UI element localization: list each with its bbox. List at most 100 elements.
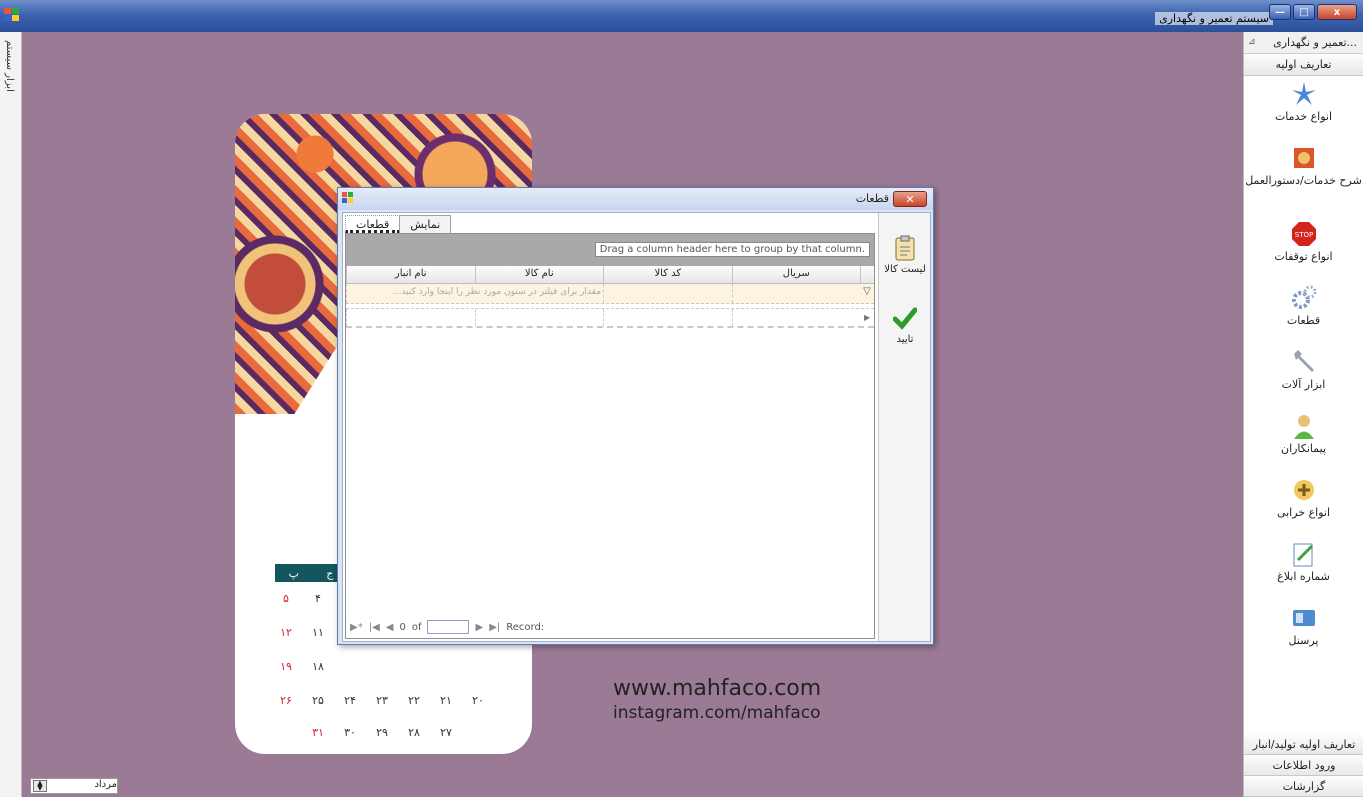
month-value: مرداد	[94, 779, 117, 790]
calendar-day: ۲۹	[376, 726, 388, 739]
maximize-button[interactable]: □	[1293, 4, 1315, 20]
nav-item-label: شرح خدمات/دستورالعمل	[1245, 174, 1362, 187]
nav-item-service-types[interactable]: انواع خدمات	[1244, 76, 1363, 140]
calendar-day: ۴	[315, 592, 321, 605]
contractor-icon	[1293, 415, 1314, 439]
filter-funnel-icon[interactable]: ▽	[860, 284, 874, 303]
dialog-tabs: قطعات نمایش	[345, 215, 452, 233]
new-item-row[interactable]: ▶	[346, 308, 874, 328]
filter-cell-placeholder[interactable]: مقدار برای فیلتر در ستون مورد نظر را این…	[346, 284, 603, 303]
month-spinner[interactable]: ▲ ▼ مرداد	[30, 778, 118, 794]
calendar-day: ۳۰	[344, 726, 356, 739]
dialog-close-button[interactable]: ✕	[893, 191, 927, 207]
filter-cell[interactable]	[603, 284, 732, 303]
tab-parts[interactable]: قطعات	[345, 215, 401, 233]
spinner-arrows-icon[interactable]: ▲ ▼	[33, 780, 47, 792]
left-toolbar-strip[interactable]: ابزار سیستم	[0, 32, 22, 797]
edit-note-icon	[1293, 543, 1313, 567]
dialog-titlebar: قطعات ✕	[338, 188, 933, 210]
nav-bottom-sections: تعاریف اولیه تولید/انبار ورود اطلاعات گز…	[1244, 734, 1363, 797]
new-record-icon[interactable]: ▶*	[350, 622, 363, 633]
new-row-cell[interactable]	[731, 309, 861, 326]
nav-item-breakdown-types[interactable]: انواع خرابی	[1244, 472, 1363, 536]
nav-item-parts[interactable]: قطعات	[1244, 280, 1363, 344]
column-header-serial[interactable]: سریال	[731, 266, 861, 283]
nav-item-notice-number[interactable]: شماره ابلاغ	[1244, 536, 1363, 600]
column-header-item-code[interactable]: کد کالا	[603, 266, 732, 283]
last-record-icon[interactable]: ▶|	[489, 622, 500, 633]
next-record-icon[interactable]: ▶	[475, 622, 483, 633]
nav-item-label: انواع خرابی	[1276, 506, 1331, 519]
calendar-header-day: پ	[288, 566, 299, 580]
calendar-day: ۲۶	[280, 694, 292, 707]
group-by-hint: Drag a column header here to group by th…	[594, 242, 870, 257]
record-position-input[interactable]	[427, 620, 470, 634]
prev-record-icon[interactable]: ◀	[386, 622, 394, 633]
new-row-cell[interactable]	[474, 309, 604, 326]
calendar-row: ۱۲ ۱۱	[275, 626, 329, 639]
close-button[interactable]: x	[1317, 4, 1357, 20]
record-current: 0	[399, 621, 406, 633]
new-row-cell[interactable]	[346, 309, 475, 326]
nav-section-data-entry[interactable]: ورود اطلاعات	[1244, 755, 1363, 776]
nav-item-label: شماره ابلاغ	[1277, 570, 1330, 583]
new-row-cell[interactable]	[603, 309, 732, 326]
pin-icon[interactable]: ⊿	[1248, 37, 1256, 47]
minimize-button[interactable]: —	[1269, 4, 1291, 20]
nav-item-personnel[interactable]: پرسنل	[1244, 600, 1363, 664]
nav-section-reports[interactable]: گزارشات	[1244, 776, 1363, 797]
services-icon	[1291, 82, 1316, 105]
watermark-website: www.mahfaco.com	[613, 676, 822, 701]
record-navigator: ▶* |◀ ◀ 0 of ▶ ▶| Record:	[346, 616, 874, 638]
wrench-icon	[1293, 350, 1314, 372]
clipboard-icon	[895, 235, 915, 261]
record-label: Record:	[506, 621, 545, 633]
dialog-body: قطعات نمایش Drag a column header here to…	[342, 212, 931, 642]
confirm-button[interactable]: تایید	[879, 305, 931, 345]
left-strip-label: ابزار سیستم	[4, 40, 15, 92]
nav-item-label: پرسنل	[1288, 634, 1319, 647]
gears-icon	[1291, 285, 1316, 309]
calendar-day: ۲۵	[312, 694, 324, 707]
nav-item-contractors[interactable]: پیمانکاران	[1244, 408, 1363, 472]
tab-display[interactable]: نمایش	[399, 215, 452, 233]
stop-icon: STOP	[1291, 222, 1316, 246]
window-title: سیستم تعمیر و نگهداری	[1155, 12, 1273, 25]
watermark-instagram: instagram.com/mahfaco	[613, 703, 821, 723]
first-record-icon[interactable]: |◀	[369, 622, 380, 633]
column-header-warehouse-name[interactable]: نام انبار	[346, 266, 475, 283]
nav-panel-header: ⊿ ...تعمیر و نگهداری	[1244, 32, 1363, 54]
nav-panel: ⊿ ...تعمیر و نگهداری تعاریف اولیه انواع …	[1243, 32, 1363, 797]
watermark: www.mahfaco.com instagram.com/mahfaco	[613, 676, 821, 723]
item-list-label: لیست کالا	[884, 264, 926, 275]
nav-item-instructions[interactable]: شرح خدمات/دستورالعمل	[1244, 140, 1363, 216]
nav-section-basic-definitions[interactable]: تعاریف اولیه	[1244, 54, 1363, 76]
item-list-button[interactable]: لیست کالا	[879, 235, 931, 275]
column-headers: نام انبار نام کالا کد کالا سریال	[346, 266, 874, 284]
calendar-day: ۵	[283, 592, 289, 605]
dialog-app-icon	[342, 192, 353, 203]
calendar-day: ۱۸	[312, 660, 324, 673]
calendar-header-day: ج	[326, 566, 334, 580]
filter-row[interactable]: مقدار برای فیلتر در ستون مورد نظر را این…	[346, 284, 874, 304]
checkmark-icon	[892, 307, 918, 330]
calendar-day: ۱۱	[312, 626, 324, 639]
breakdown-icon	[1293, 480, 1314, 500]
filter-cell[interactable]	[731, 284, 861, 303]
column-header-item-name[interactable]: نام کالا	[474, 266, 604, 283]
group-by-panel[interactable]: Drag a column header here to group by th…	[346, 234, 874, 266]
svg-text:STOP: STOP	[1294, 231, 1312, 239]
nav-item-label: ابزار آلات	[1281, 378, 1326, 391]
nav-item-stop-types[interactable]: STOP انواع توقفات	[1244, 216, 1363, 280]
parts-grid: Drag a column header here to group by th…	[345, 233, 875, 639]
record-of-label: of	[411, 621, 422, 633]
calendar-day: ۲۷	[440, 726, 452, 739]
nav-item-label: انواع توقفات	[1274, 250, 1333, 263]
nav-item-label: پیمانکاران	[1280, 442, 1327, 455]
nav-section-production-definitions[interactable]: تعاریف اولیه تولید/انبار	[1244, 734, 1363, 755]
instructions-icon	[1293, 148, 1314, 168]
nav-item-tools[interactable]: ابزار آلات	[1244, 344, 1363, 408]
calendar-day: ۲۴	[344, 694, 356, 707]
row-pointer-icon: ▶	[863, 313, 871, 322]
parts-dialog: قطعات ✕ قطعات نمایش Drag a column header…	[337, 187, 934, 645]
